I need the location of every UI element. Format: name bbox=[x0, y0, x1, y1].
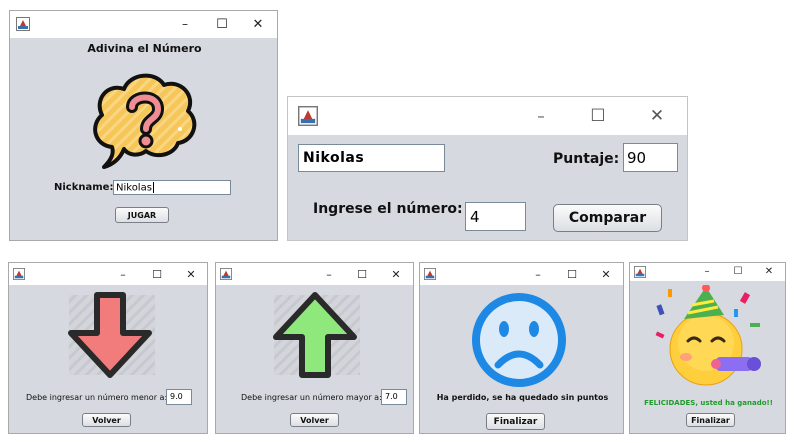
title-bar: – ☐ ✕ bbox=[420, 263, 623, 285]
enter-number-label: Ingrese el número: bbox=[313, 201, 463, 217]
question-thought-bubble-icon bbox=[90, 69, 200, 169]
back-button[interactable]: Volver bbox=[82, 413, 131, 427]
close-button[interactable]: ✕ bbox=[249, 15, 267, 33]
finish-button[interactable]: Finalizar bbox=[486, 413, 545, 430]
maximize-button[interactable]: ☐ bbox=[213, 15, 231, 33]
win-window: – ☐ ✕ FELICIDADES, usted ha ganado!! Fin… bbox=[629, 262, 786, 434]
higher-hint-window: – ☐ ✕ Debe ingresar un número mayor a: 7… bbox=[215, 262, 414, 434]
sad-face-icon bbox=[470, 291, 568, 389]
title-bar: – ☐ ✕ bbox=[10, 11, 277, 38]
score-field: 90 bbox=[623, 143, 678, 172]
minimize-button[interactable]: – bbox=[700, 264, 714, 278]
finish-button[interactable]: Finalizar bbox=[686, 413, 735, 427]
player-name-field[interactable]: Nikolas bbox=[298, 144, 445, 172]
nickname-input[interactable]: Nikolas bbox=[113, 180, 231, 195]
java-app-icon bbox=[298, 106, 318, 126]
maximize-button[interactable]: ☐ bbox=[731, 264, 745, 278]
party-face-icon bbox=[654, 285, 764, 391]
maximize-button[interactable]: ☐ bbox=[354, 266, 370, 282]
arrow-down-icon bbox=[57, 289, 167, 381]
lower-message: Debe ingresar un número menor a: bbox=[26, 393, 168, 402]
minimize-button[interactable]: – bbox=[530, 105, 552, 127]
close-button[interactable]: ✕ bbox=[646, 105, 668, 127]
maximize-button[interactable]: ☐ bbox=[587, 105, 609, 127]
close-button[interactable]: ✕ bbox=[183, 266, 199, 282]
higher-message: Debe ingresar un número mayor a: bbox=[241, 393, 382, 402]
java-app-icon bbox=[16, 17, 30, 31]
title-bar: – ☐ ✕ bbox=[630, 263, 785, 281]
play-button[interactable]: JUGAR bbox=[115, 207, 169, 223]
java-app-icon bbox=[13, 268, 25, 280]
java-app-icon bbox=[424, 268, 436, 280]
number-input[interactable]: 4 bbox=[465, 202, 526, 231]
close-button[interactable]: ✕ bbox=[388, 266, 404, 282]
java-app-icon bbox=[220, 268, 232, 280]
lower-hint-window: – ☐ ✕ Debe ingresar un número menor a: 9… bbox=[8, 262, 208, 434]
arrow-up-icon bbox=[262, 289, 372, 381]
title-bar: – ☐ ✕ bbox=[288, 97, 687, 135]
java-app-icon bbox=[634, 266, 646, 278]
lower-value-field: 9.0 bbox=[166, 389, 192, 405]
minimize-button[interactable]: – bbox=[530, 266, 546, 282]
maximize-button[interactable]: ☐ bbox=[149, 266, 165, 282]
compare-button[interactable]: Comparar bbox=[553, 204, 662, 232]
maximize-button[interactable]: ☐ bbox=[564, 266, 580, 282]
start-window: – ☐ ✕ Adivina el Número Nickname: Nikola… bbox=[9, 10, 278, 241]
minimize-button[interactable]: – bbox=[321, 266, 337, 282]
close-button[interactable]: ✕ bbox=[762, 264, 776, 278]
lose-message: Ha perdido, se ha quedado sin puntos bbox=[436, 393, 609, 402]
back-button[interactable]: Volver bbox=[290, 413, 339, 427]
minimize-button[interactable]: – bbox=[115, 266, 131, 282]
game-title: Adivina el Número bbox=[87, 42, 202, 55]
nickname-label: Nickname: bbox=[54, 182, 114, 193]
close-button[interactable]: ✕ bbox=[598, 266, 614, 282]
nickname-value: Nikolas bbox=[116, 182, 152, 194]
higher-value-field: 7.0 bbox=[381, 389, 407, 405]
title-bar: – ☐ ✕ bbox=[216, 263, 413, 285]
lose-window: – ☐ ✕ Ha perdido, se ha quedado sin punt… bbox=[419, 262, 624, 434]
win-message: FELICIDADES, usted ha ganado!! bbox=[644, 399, 773, 407]
title-bar: – ☐ ✕ bbox=[9, 263, 207, 285]
score-label: Puntaje: bbox=[553, 151, 620, 167]
minimize-button[interactable]: – bbox=[176, 15, 194, 33]
game-window: – ☐ ✕ Nikolas Puntaje: 90 Ingrese el núm… bbox=[287, 96, 688, 241]
